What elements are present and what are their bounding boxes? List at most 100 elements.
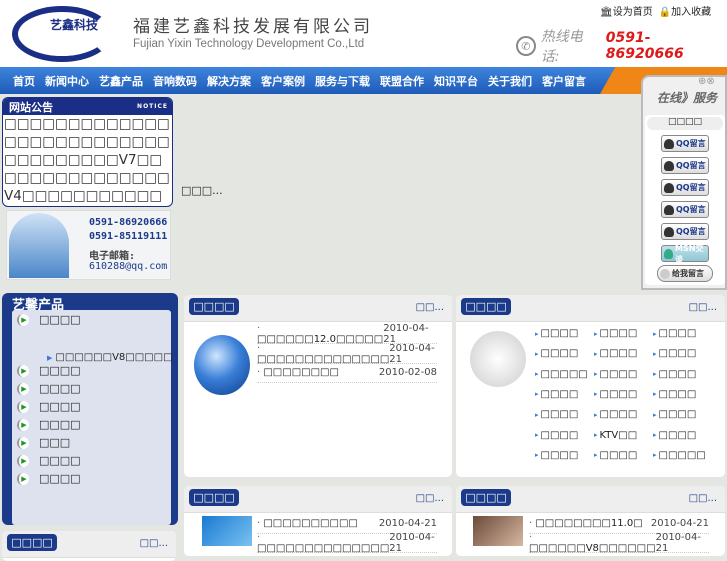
qq-message-button[interactable]: QQ留言 bbox=[661, 179, 709, 196]
news-title: □□□□□□12.0□□□□□ bbox=[257, 323, 383, 345]
solution-label: □□□□ bbox=[658, 348, 697, 360]
msn-chat-button[interactable]: MSN交谈 bbox=[661, 244, 709, 264]
top-links: 🏛设为首页 🔒加入收藏 bbox=[600, 3, 711, 18]
nav-item[interactable]: 客户案例 bbox=[256, 73, 310, 89]
product-category-label: □□□□ bbox=[39, 418, 81, 431]
more-link[interactable]: □□... bbox=[416, 302, 444, 313]
qq-label: QQ留言 bbox=[676, 139, 706, 148]
solution-link[interactable]: ▸ □□□□ bbox=[594, 348, 637, 359]
solution-label: □□□□□ bbox=[540, 368, 588, 380]
nav-item[interactable]: 客户留言 bbox=[537, 73, 591, 89]
nav-item[interactable]: 艺鑫产品 bbox=[94, 73, 148, 89]
product-category[interactable]: ▶ □□□□ bbox=[17, 382, 81, 395]
product-category[interactable]: ▶ □□□□ bbox=[17, 454, 81, 467]
product-category[interactable]: ▶ □□□□ bbox=[17, 400, 81, 413]
nav-item[interactable]: 关于我们 bbox=[483, 73, 537, 89]
solution-link[interactable]: ▸ □□□□ bbox=[594, 328, 637, 339]
panel-tab[interactable]: □□□□ bbox=[461, 298, 511, 315]
products-sidebar: 艺馨产品 ▶ □□□□□□V8□□□□□ ▶ □□□□ ▶ □□□□ ▶ □□□□ ▶ □□□□… bbox=[2, 293, 178, 525]
nav-item[interactable]: 知识平台 bbox=[429, 73, 483, 89]
solution-link[interactable]: ▸ □□□□ bbox=[535, 430, 578, 441]
solution-link[interactable]: ▸ KTV□□ bbox=[594, 430, 637, 441]
qq-message-button[interactable]: QQ留言 bbox=[661, 135, 709, 152]
news-row[interactable]: □□□□□□□□ 2010-02-08 bbox=[257, 363, 437, 383]
solution-label: □□□□ bbox=[540, 429, 579, 441]
widget-controls[interactable]: ⊕⊗ bbox=[698, 76, 715, 87]
solution-link[interactable]: ▸ □□□□ bbox=[653, 348, 696, 359]
panel-header: □□□□ □□... bbox=[184, 295, 452, 322]
set-home-link[interactable]: 🏛设为首页 bbox=[600, 3, 653, 18]
arrow-icon: ▸ bbox=[594, 349, 598, 358]
news-row[interactable]: □□□□□□□□□□□□□□2010-04-21 bbox=[257, 343, 437, 365]
arrow-icon: ▸ bbox=[653, 451, 657, 460]
contact-email[interactable]: 610288@qq.com bbox=[89, 261, 167, 272]
panel-tab[interactable]: □□□□ bbox=[189, 489, 239, 506]
news-panel: □□□□ □□... □□□□□□12.0□□□□□2010-04-21 □□□□… bbox=[184, 295, 452, 477]
news-row[interactable]: □□□□□□12.0□□□□□2010-04-21 bbox=[257, 323, 437, 345]
qq-message-button[interactable]: QQ留言 bbox=[661, 157, 709, 174]
more-link[interactable]: □□... bbox=[689, 493, 717, 504]
more-link[interactable]: □□... bbox=[140, 538, 168, 549]
globe-image bbox=[194, 335, 250, 395]
header: 艺鑫科技 福建艺鑫科技发展有限公司 Fujian Yixin Technolog… bbox=[0, 0, 727, 67]
contact-phone-2: 0591-85119111 bbox=[89, 231, 168, 242]
solution-label: □□□□□ bbox=[658, 449, 706, 461]
solution-link[interactable]: ▸ □□□□ bbox=[535, 328, 578, 339]
list-row[interactable]: □□□□□□□□□□□□□□2010-04-21 bbox=[257, 532, 437, 554]
arrow-icon: ▸ bbox=[594, 329, 598, 338]
panel-tab[interactable]: □□□□ bbox=[461, 489, 511, 506]
add-favorite-link[interactable]: 🔒加入收藏 bbox=[659, 3, 711, 18]
lock-icon: 🔒 bbox=[658, 7, 672, 18]
solution-link[interactable]: ▸ □□□□ bbox=[653, 430, 696, 441]
arrow-icon: ▸ bbox=[594, 370, 598, 379]
nav-item[interactable]: 服务与下载 bbox=[310, 73, 375, 89]
solution-link[interactable]: ▸ □□□□ bbox=[594, 369, 637, 380]
nav-item[interactable]: 音响数码 bbox=[148, 73, 202, 89]
product-category[interactable]: ▶ □□□ bbox=[17, 436, 70, 449]
product-category[interactable]: ▶ □□□□ bbox=[17, 313, 81, 326]
solution-link[interactable]: ▸ □□□□ bbox=[535, 450, 578, 461]
arrow-icon: ▸ bbox=[535, 451, 539, 460]
solution-link[interactable]: ▸ □□□□ bbox=[653, 369, 696, 380]
arrow-icon: ▸ bbox=[653, 390, 657, 399]
online-service-list: □□□□ QQ留言 QQ留言 QQ留言 QQ留言 QQ留言 MSN交谈 给我留言 bbox=[645, 115, 725, 285]
nav-item[interactable]: 联盟合作 bbox=[375, 73, 429, 89]
solution-link[interactable]: ▸ □□□□ bbox=[535, 389, 578, 400]
solution-link[interactable]: ▸ □□□□□ bbox=[535, 369, 588, 380]
customer-service-image bbox=[9, 213, 69, 278]
solution-link[interactable]: ▸ □□□□ bbox=[594, 450, 637, 461]
qq-message-button[interactable]: QQ留言 bbox=[661, 223, 709, 240]
solution-link[interactable]: ▸ □□□□ bbox=[594, 409, 637, 420]
arrow-icon: ▸ bbox=[535, 329, 539, 338]
panel-tab[interactable]: □□□□ bbox=[189, 298, 239, 315]
solution-link[interactable]: ▸ □□□□□ bbox=[653, 450, 706, 461]
row-title: □□□□□□□□□□□□□□ bbox=[257, 532, 389, 554]
nav-item[interactable]: 新闻中心 bbox=[40, 73, 94, 89]
leave-message-button[interactable]: 给我留言 bbox=[657, 265, 713, 282]
product-category[interactable]: ▶ □□□□ bbox=[17, 364, 81, 377]
nav-item[interactable]: 解决方案 bbox=[202, 73, 256, 89]
play-icon: ▶ bbox=[17, 382, 29, 395]
more-link[interactable]: □□... bbox=[689, 302, 717, 313]
solution-label: □□□□ bbox=[599, 449, 638, 461]
solution-link[interactable]: ▸ □□□□ bbox=[594, 389, 637, 400]
more-link[interactable]: □□... bbox=[416, 493, 444, 504]
hotline-label: 热线电话: bbox=[540, 29, 583, 65]
puzzle-image bbox=[470, 331, 526, 387]
solution-link[interactable]: ▸ □□□□ bbox=[535, 409, 578, 420]
solution-link[interactable]: ▸ □□□□ bbox=[653, 389, 696, 400]
solution-link[interactable]: ▸ □□□□ bbox=[653, 328, 696, 339]
solution-link[interactable]: ▸ □□□□ bbox=[653, 409, 696, 420]
product-sub-item[interactable]: ▶ □□□□□□V8□□□□□ bbox=[47, 352, 173, 363]
qq-label: QQ留言 bbox=[676, 205, 706, 214]
list-row[interactable]: □□□□□□V8□□□□□□2010-04-21 bbox=[529, 532, 709, 554]
message-icon bbox=[660, 268, 670, 279]
company-logo[interactable] bbox=[12, 6, 112, 62]
panel-tab[interactable]: □□□□ bbox=[7, 534, 57, 551]
solution-link[interactable]: ▸ □□□□ bbox=[535, 348, 578, 359]
product-category-label: □□□□ bbox=[39, 472, 81, 485]
product-category[interactable]: ▶ □□□□ bbox=[17, 472, 81, 485]
qq-message-button[interactable]: QQ留言 bbox=[661, 201, 709, 218]
nav-item[interactable]: 首页 bbox=[8, 73, 40, 89]
product-category[interactable]: ▶ □□□□ bbox=[17, 418, 81, 431]
